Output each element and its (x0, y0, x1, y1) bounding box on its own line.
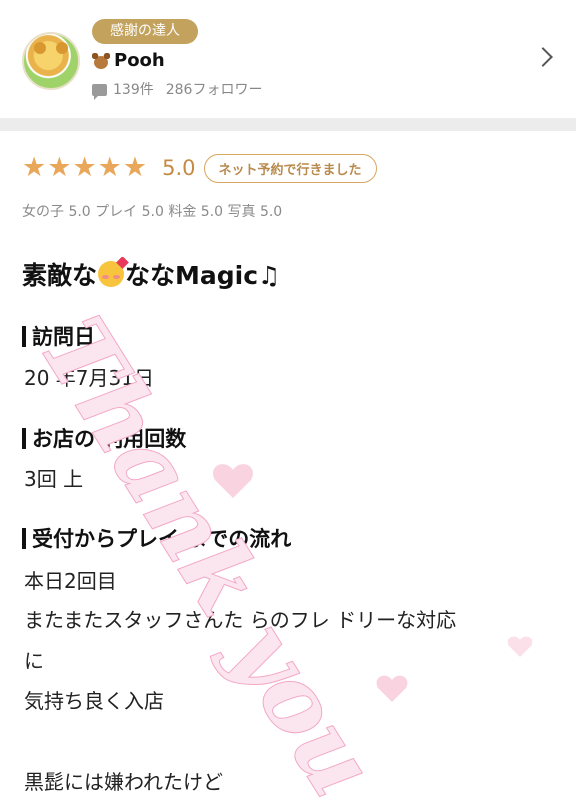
usage-count-heading: お店の 利用回数 (22, 423, 186, 453)
pooh-avatar-icon[interactable] (22, 32, 80, 90)
usage-count-value: 3回 上 (24, 467, 84, 491)
sub-scores: 女の子 5.0 プレイ 5.0 料金 5.0 写真 5.0 (22, 204, 283, 220)
net-booking-badge: ネット予約で行きました (203, 153, 377, 183)
star-icon: ★ (47, 152, 72, 183)
heart-decoration (212, 464, 533, 702)
reviewer-rank-badge: 感謝の達人 (92, 19, 198, 44)
reviewer-name-text: Pooh (114, 50, 165, 71)
review-title-prefix: 素敵な (22, 261, 98, 290)
visit-date-heading: 訪問日 (22, 321, 95, 351)
avatar-ear (34, 42, 46, 54)
comment-icon (92, 84, 107, 100)
follower-count: 286フォロワー (165, 82, 263, 98)
flow-line: またまたスタッフさんた らのフレ ドリーな対応 (24, 608, 457, 632)
visit-date-value: 20 年7月31日 (24, 366, 154, 390)
review-title: 素敵な ななMagic♫ (22, 256, 280, 292)
flow-line: に (24, 649, 44, 673)
teddy-bear-icon (92, 52, 110, 69)
overall-score: 5.0 (162, 156, 196, 180)
review-title-suffix: ななMagic♫ (125, 261, 281, 290)
rating-row: ★ ★ ★ ★ ★ 5.0 ネット予約で行きました (22, 153, 377, 183)
review-count: 139件 (113, 82, 154, 98)
flow-line: 気持ち良く入店 (24, 689, 164, 713)
flow-line: 黒髭には嫌われたけど (24, 770, 223, 794)
star-icon: ★ (97, 152, 122, 183)
heading-bar (22, 427, 26, 449)
flow-line: 本日2回目 (24, 569, 117, 593)
heading-bar (22, 325, 26, 347)
reviewer-stats: 139件 286フォロワー (92, 79, 263, 100)
reviewer-profile-card[interactable]: 感謝の達人 Pooh 139件 286フォロワー (0, 0, 576, 118)
star-icon: ★ (122, 152, 148, 183)
heading-bar (22, 527, 26, 549)
reviewer-name[interactable]: Pooh (92, 50, 165, 71)
avatar-ear (56, 42, 68, 54)
section-divider (0, 118, 576, 131)
chevron-right-icon[interactable] (533, 47, 553, 67)
star-icon: ★ (22, 152, 47, 183)
smiling-face-with-hearts-icon (98, 261, 125, 287)
star-rating: ★ ★ ★ ★ ★ (22, 153, 148, 183)
flow-heading: 受付からプレイ までの流れ (22, 523, 291, 553)
star-icon: ★ (72, 152, 97, 183)
